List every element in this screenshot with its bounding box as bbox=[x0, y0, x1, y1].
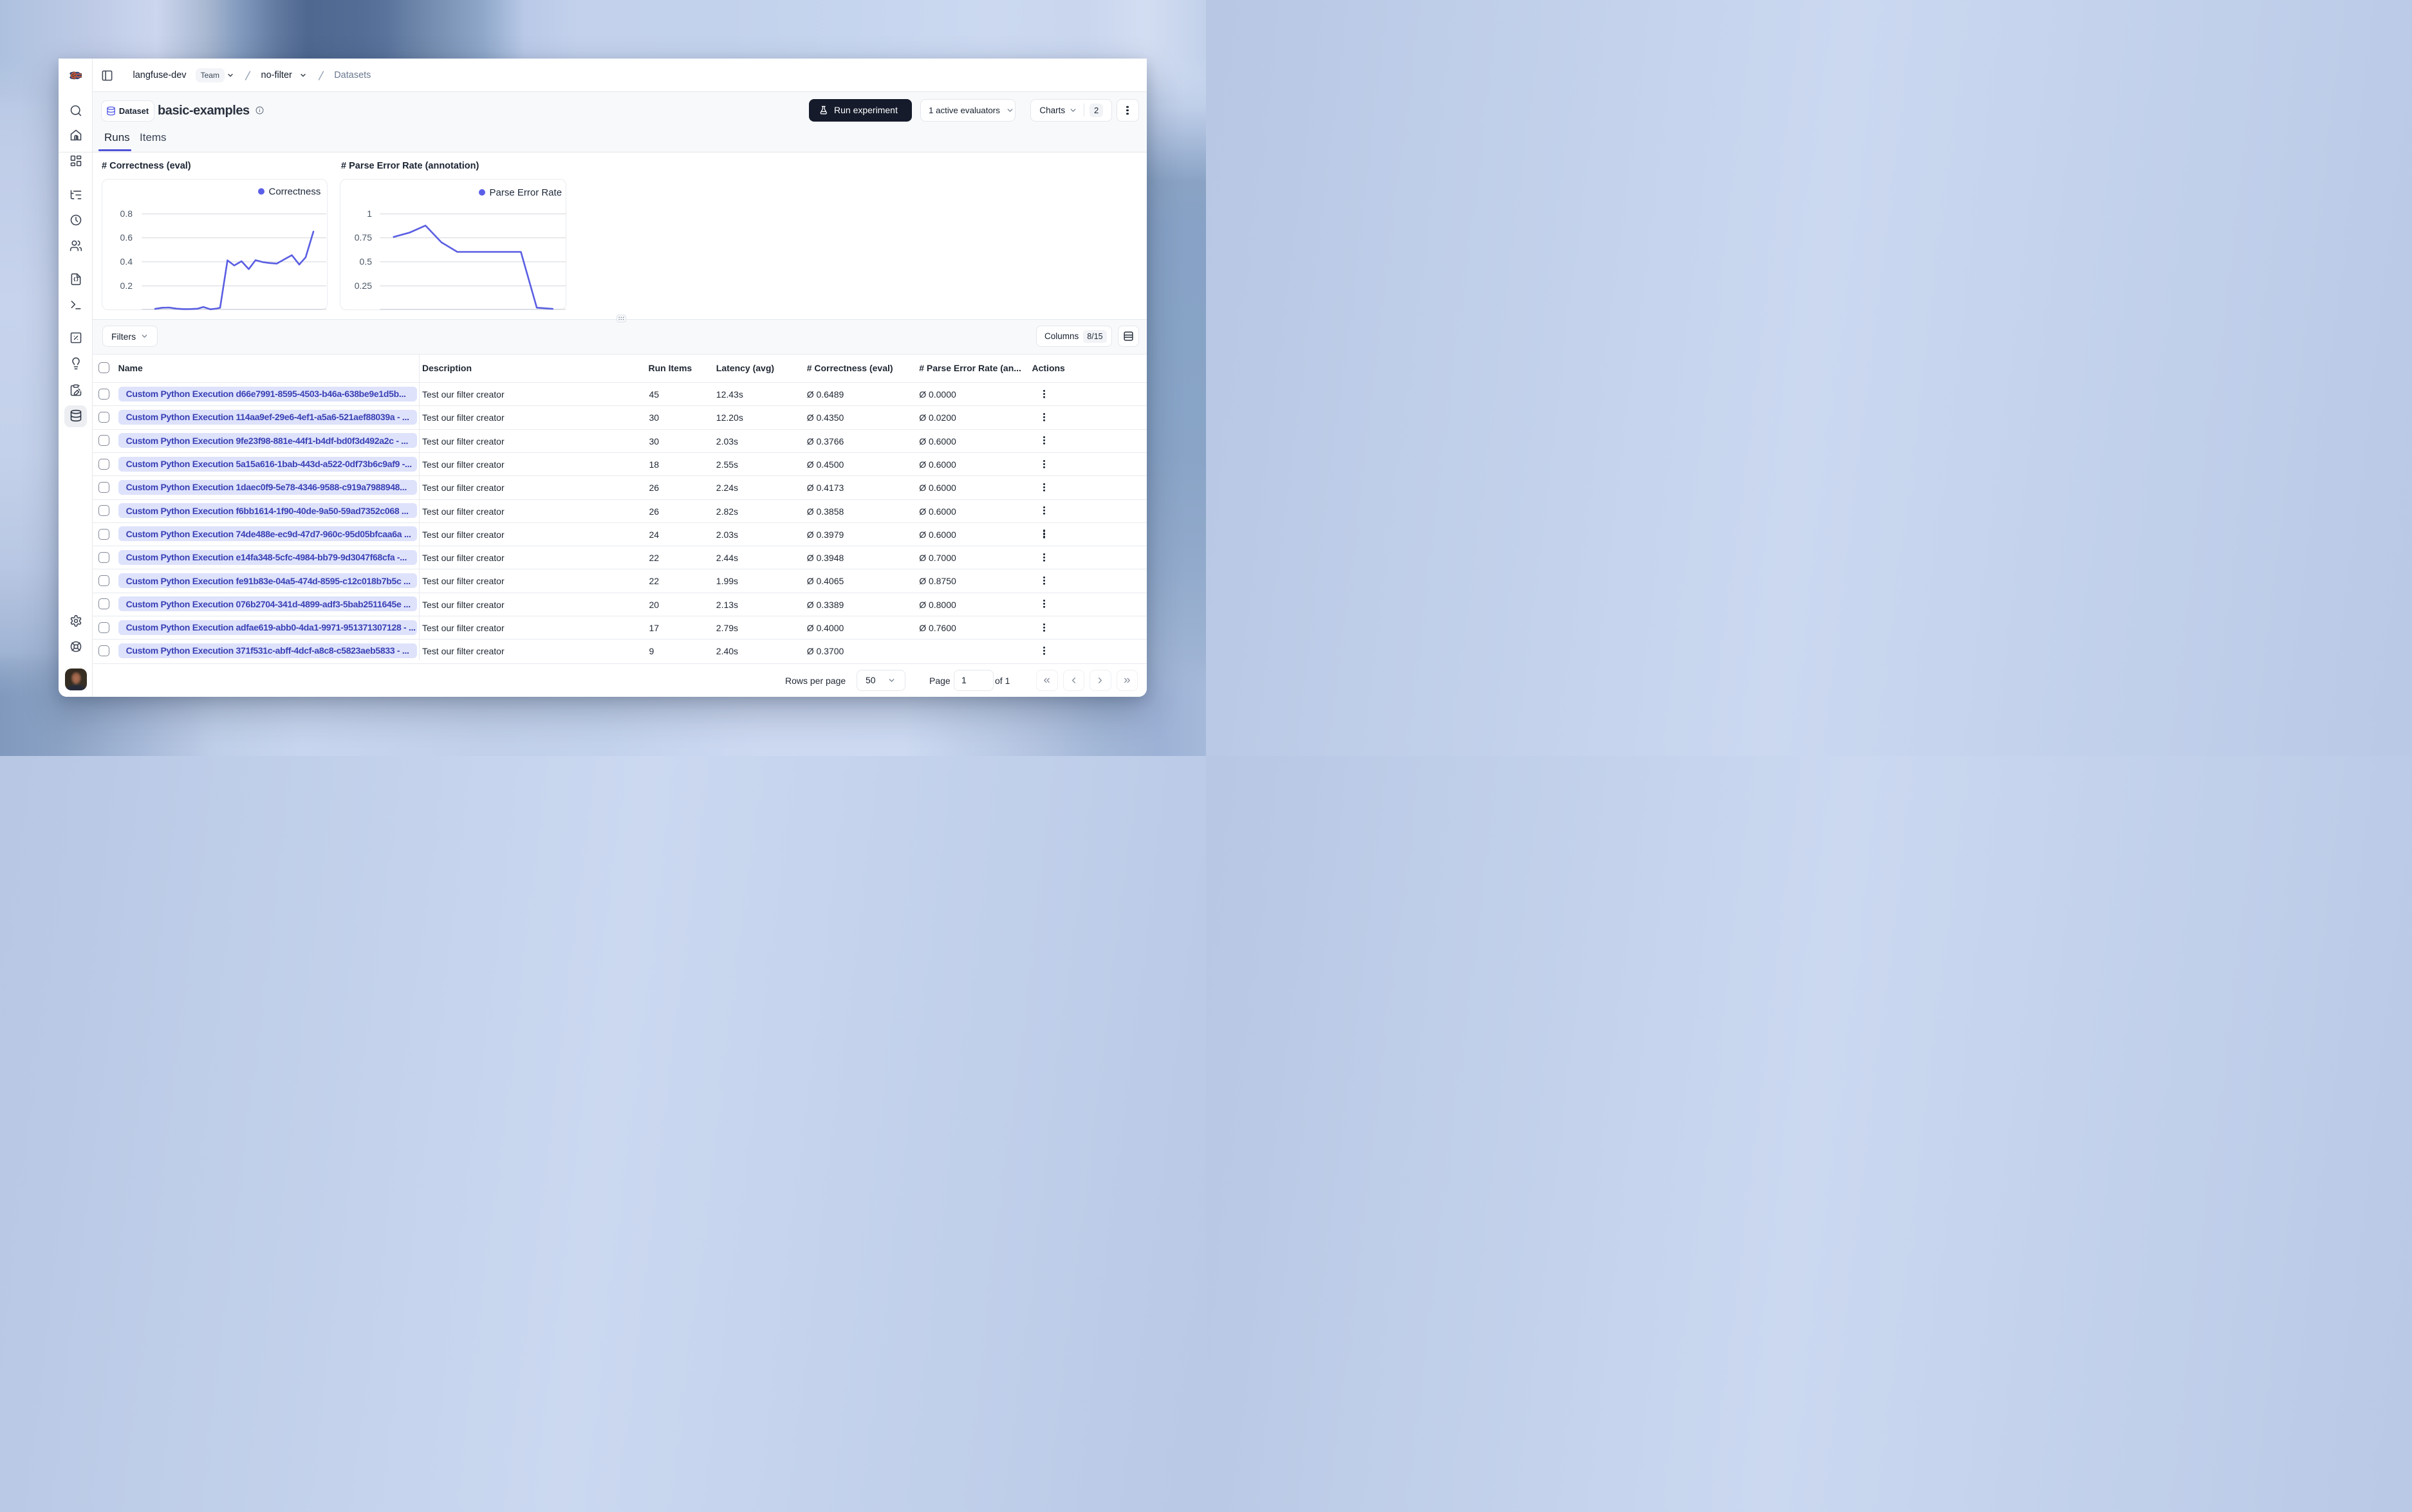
svg-text:0.4: 0.4 bbox=[120, 257, 133, 267]
svg-text:Parse Error Rate: Parse Error Rate bbox=[490, 187, 562, 198]
svg-text:1: 1 bbox=[367, 208, 372, 219]
svg-text:0.6: 0.6 bbox=[120, 232, 133, 243]
svg-text:0.25: 0.25 bbox=[355, 281, 372, 291]
svg-text:0.2: 0.2 bbox=[120, 281, 133, 291]
svg-text:0.8: 0.8 bbox=[120, 208, 133, 219]
svg-text:0.5: 0.5 bbox=[360, 257, 373, 267]
svg-text:0.75: 0.75 bbox=[355, 232, 372, 243]
svg-text:Correctness: Correctness bbox=[269, 187, 321, 198]
